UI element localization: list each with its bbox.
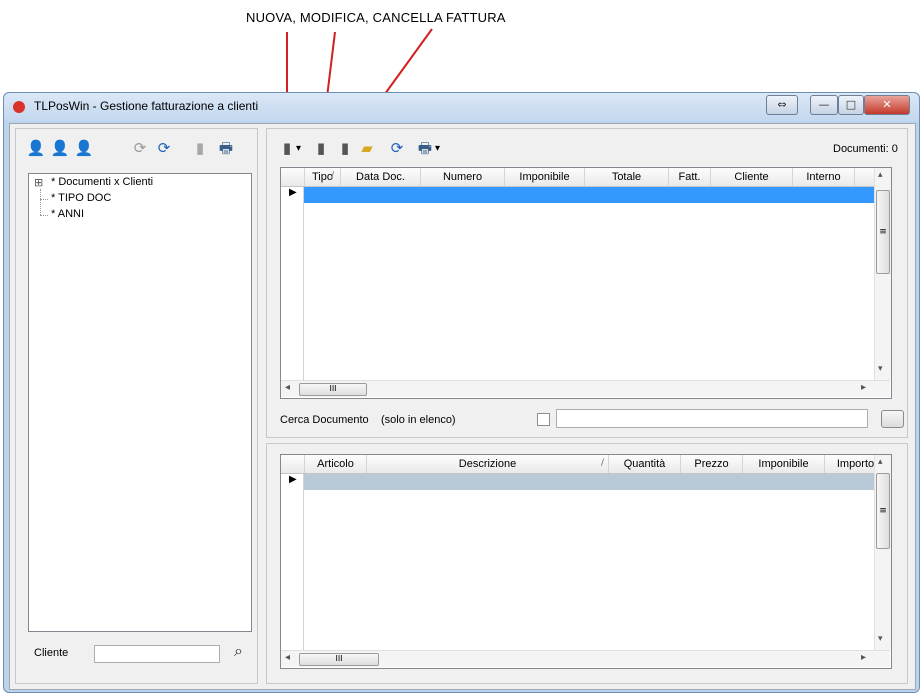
selected-row[interactable] (304, 474, 884, 490)
left-panel: 👤 👤 👤 ⟳ ⟳ ▮ 🖶 ⊞ * Documenti x Clienti * … (15, 128, 258, 684)
edit-invoice-icon[interactable]: ▮ (311, 137, 331, 159)
tree-guide-line (40, 189, 42, 215)
lines-vscrollbar[interactable]: ▴ ≡ ▾ (874, 455, 891, 650)
binoculars-icon[interactable]: ⌕ (234, 641, 243, 661)
documents-toolbar: ▮ ▾ ▮ ▮ ▰ ⟳ 🖶 ▾ (277, 137, 477, 163)
row-header-corner (281, 455, 305, 473)
col-imponibile[interactable]: Imponibile (505, 168, 585, 186)
col-imponibile[interactable]: Imponibile (743, 455, 825, 473)
col-numero[interactable]: Numero (421, 168, 505, 186)
col-articolo[interactable]: Articolo (305, 455, 367, 473)
add-client-icon[interactable]: 👤 (26, 137, 46, 159)
scroll-right-icon[interactable]: ▸ (861, 652, 866, 663)
maximize-button[interactable]: □ (838, 95, 864, 115)
cerca-documento-label: Cerca Documento (280, 414, 369, 426)
scroll-up-icon[interactable]: ▴ (878, 457, 883, 467)
left-toolbar: 👤 👤 👤 ⟳ ⟳ ▮ 🖶 (26, 137, 256, 163)
tree-item-tipo-doc[interactable]: * TIPO DOC (51, 191, 111, 206)
refresh-icon[interactable]: ⟳ (154, 137, 174, 159)
documents-panel: ▮ ▾ ▮ ▮ ▰ ⟳ 🖶 ▾ Documenti: 0 Tipo Data D… (266, 128, 908, 438)
col-data-doc[interactable]: Data Doc. (341, 168, 421, 186)
col-cliente[interactable]: Cliente (711, 168, 793, 186)
delete-invoice-icon[interactable]: ▮ (335, 137, 355, 159)
new-invoice-dropdown-icon[interactable]: ▾ (296, 143, 301, 154)
col-tipo[interactable]: Tipo (305, 168, 341, 186)
folder-icon[interactable]: ▰ (357, 137, 377, 159)
sync-icon: ⟳ (133, 139, 147, 157)
col-totale[interactable]: Totale (585, 168, 669, 186)
close-button[interactable]: ✕ (864, 95, 910, 115)
lines-table[interactable]: Articolo Descrizione Quantità Prezzo Imp… (280, 454, 892, 669)
row-header-column (281, 474, 304, 650)
lines-panel: Articolo Descrizione Quantità Prezzo Imp… (266, 443, 908, 684)
disabled-device-icon: ▮ (195, 139, 205, 157)
documents-hscrollbar[interactable]: ◂ III ▸ (281, 380, 890, 397)
row-header-column (281, 187, 304, 380)
search-checkbox[interactable] (537, 413, 550, 426)
scroll-up-icon[interactable]: ▴ (878, 170, 883, 180)
vscroll-thumb[interactable]: ≡ (876, 190, 890, 274)
documents-table-header: Tipo Data Doc. Numero Imponibile Totale … (281, 168, 875, 187)
col-fatt[interactable]: Fatt. (669, 168, 711, 186)
window-title: TLPosWin - Gestione fatturazione a clien… (34, 99, 259, 113)
client-area: 👤 👤 👤 ⟳ ⟳ ▮ 🖶 ⊞ * Documenti x Clienti * … (9, 123, 916, 690)
delete-client-icon[interactable]: 👤 (74, 137, 94, 159)
hscroll-thumb[interactable]: III (299, 383, 367, 396)
scroll-left-icon[interactable]: ◂ (285, 652, 290, 663)
current-row-indicator-icon: ▶ (289, 187, 297, 198)
current-row-indicator-icon: ▶ (289, 474, 297, 485)
print-documents-icon[interactable]: 🖶 (415, 137, 435, 159)
vscroll-thumb[interactable]: ≡ (876, 473, 890, 549)
restore-button[interactable]: ⇔ (766, 95, 798, 115)
documents-vscrollbar[interactable]: ▴ ≡ ▾ (874, 168, 891, 380)
title-bar: TLPosWin - Gestione fatturazione a clien… (4, 93, 919, 121)
scroll-right-icon[interactable]: ▸ (861, 382, 866, 393)
scroll-down-icon[interactable]: ▾ (878, 364, 883, 374)
cliente-input[interactable] (94, 645, 220, 663)
documenti-count: Documenti: 0 (833, 143, 898, 155)
col-prezzo[interactable]: Prezzo (681, 455, 743, 473)
search-button[interactable] (881, 410, 904, 428)
refresh-documents-icon[interactable]: ⟳ (387, 137, 407, 159)
print-icon[interactable]: 🖶 (216, 137, 236, 159)
lines-table-header: Articolo Descrizione Quantità Prezzo Imp… (281, 455, 887, 474)
edit-client-icon[interactable]: 👤 (50, 137, 70, 159)
sort-indicator-icon: / (601, 458, 605, 468)
tree-expander-icon[interactable]: ⊞ (34, 176, 43, 189)
tree-view[interactable]: ⊞ * Documenti x Clienti * TIPO DOC * ANN… (28, 173, 252, 632)
scroll-down-icon[interactable]: ▾ (878, 634, 883, 644)
scroll-left-icon[interactable]: ◂ (285, 382, 290, 393)
main-window: TLPosWin - Gestione fatturazione a clien… (3, 92, 920, 693)
hscroll-thumb[interactable]: III (299, 653, 379, 666)
solo-in-elenco-label: (solo in elenco) (381, 414, 456, 426)
selected-row[interactable] (304, 187, 887, 203)
print-dropdown-icon[interactable]: ▾ (435, 143, 440, 154)
col-quantita[interactable]: Quantità (609, 455, 681, 473)
cliente-label: Cliente (34, 647, 69, 659)
tree-guide-line (40, 215, 48, 216)
documents-table[interactable]: Tipo Data Doc. Numero Imponibile Totale … (280, 167, 892, 399)
tree-item-documenti[interactable]: * Documenti x Clienti (51, 175, 153, 190)
lines-hscrollbar[interactable]: ◂ III ▸ (281, 650, 890, 667)
tree-guide-line (40, 199, 48, 200)
minimize-button[interactable]: — (810, 95, 838, 115)
sort-indicator-icon: / (331, 171, 335, 181)
app-logo-icon (13, 101, 25, 113)
col-interno[interactable]: Interno (793, 168, 855, 186)
row-header-corner (281, 168, 305, 186)
search-input[interactable] (556, 409, 868, 428)
new-invoice-icon[interactable]: ▮ (277, 137, 297, 159)
col-descrizione[interactable]: Descrizione (367, 455, 609, 473)
tree-item-anni[interactable]: * ANNI (51, 207, 84, 222)
